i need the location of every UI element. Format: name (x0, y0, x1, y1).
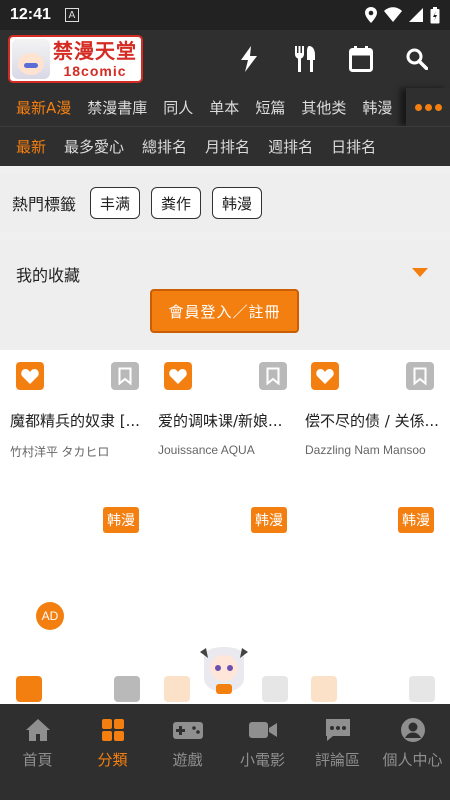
tab-latest-a[interactable]: 最新A漫 (16, 97, 71, 118)
nav-videos-label: 小電影 (239, 751, 285, 769)
bookmark-icon[interactable] (259, 362, 287, 390)
comic-title[interactable]: 爱的调味课/新娘... (158, 410, 294, 431)
gamepad-icon (172, 716, 203, 744)
logo-subtitle: 18comic (63, 62, 127, 79)
heart-icon[interactable] (16, 676, 42, 702)
grid-icon (98, 716, 128, 744)
nav-home[interactable]: 首頁 (0, 704, 75, 800)
tab-library[interactable]: 禁漫書庫 (87, 97, 147, 118)
comic-author: Jouissance AQUA (158, 443, 255, 457)
tag-chip[interactable]: 粪作 (151, 187, 202, 219)
hot-tags-section: 熱門標籤 丰满 粪作 韩漫 (0, 174, 450, 232)
bookmark-icon[interactable] (114, 676, 140, 702)
comic-card-row2[interactable] (2, 676, 150, 704)
tab-other[interactable]: 其他类 (301, 97, 346, 118)
wifi-icon (384, 7, 402, 22)
video-icon (248, 716, 278, 744)
heart-icon[interactable] (311, 362, 339, 390)
location-icon (365, 7, 377, 23)
nav-profile[interactable]: 個人中心 (375, 704, 450, 800)
home-icon (23, 716, 53, 744)
bookmark-icon[interactable] (111, 362, 139, 390)
nav-games[interactable]: 遊戲 (150, 704, 225, 800)
comic-title[interactable]: 偿不尽的债 / 关係... (305, 410, 441, 431)
comic-title[interactable]: 魔都精兵的奴隶 [... (10, 410, 146, 431)
rank-tabs: 最新 最多愛心 總排名 月排名 週排名 日排名 (0, 126, 450, 166)
favorites-section: 我的收藏 會員登入／註冊 (0, 240, 450, 350)
nav-category[interactable]: 分類 (75, 704, 150, 800)
comic-author: 竹村洋平 タカヒロ (10, 445, 110, 459)
tab-doujin[interactable]: 同人 (163, 97, 193, 118)
tag-chip[interactable]: 韩漫 (212, 187, 263, 219)
comic-author: Dazzling Nam Mansoo (305, 443, 426, 457)
status-bar: 12:41 A (0, 0, 450, 30)
category-tabs: 最新A漫 禁漫書庫 同人 单本 短篇 其他类 韩漫 (0, 88, 450, 126)
status-time: 12:41 (10, 6, 51, 23)
user-icon (398, 716, 428, 744)
nav-category-label: 分類 (97, 751, 128, 769)
loading-mascot-image (196, 638, 252, 698)
heart-icon[interactable] (16, 362, 44, 390)
bookmark-icon[interactable] (406, 362, 434, 390)
heart-icon[interactable] (164, 676, 190, 702)
login-register-button[interactable]: 會員登入／註冊 (150, 289, 299, 333)
bottom-navigation: 首頁 分類 遊戲 小電影 評論區 個人中心 (0, 704, 450, 800)
rank-tab-total[interactable]: 總排名 (142, 136, 187, 157)
battery-icon (430, 6, 440, 23)
heart-icon[interactable] (164, 362, 192, 390)
comment-icon (323, 716, 353, 744)
nav-home-label: 首頁 (22, 751, 53, 769)
expand-caret-icon[interactable] (412, 268, 428, 277)
rank-tab-most-liked[interactable]: 最多愛心 (64, 136, 124, 157)
favorites-title: 我的收藏 (16, 266, 81, 285)
fork-knife-icon[interactable] (292, 46, 318, 72)
tab-korean[interactable]: 韩漫 (362, 97, 392, 118)
rank-tab-daily[interactable]: 日排名 (331, 136, 376, 157)
tag-chip[interactable]: 丰满 (90, 187, 141, 219)
tab-short[interactable]: 短篇 (255, 97, 285, 118)
ad-badge[interactable]: AD (36, 602, 64, 630)
app-logo[interactable]: 禁漫天堂 18comic (8, 35, 143, 83)
nav-videos[interactable]: 小電影 (225, 704, 300, 800)
logo-title: 禁漫天堂 (53, 38, 137, 63)
bookmark-icon[interactable] (262, 676, 288, 702)
calendar-icon[interactable] (348, 46, 374, 72)
comic-category-badge: 韩漫 (251, 507, 287, 533)
comic-card-row2[interactable] (297, 676, 445, 704)
nav-comments[interactable]: 評論區 (300, 704, 375, 800)
rank-tab-monthly[interactable]: 月排名 (205, 136, 250, 157)
more-dots-icon (414, 103, 422, 111)
more-categories-button[interactable] (406, 88, 450, 126)
rank-tab-latest[interactable]: 最新 (16, 136, 46, 157)
bookmark-icon[interactable] (409, 676, 435, 702)
hot-tags-title: 熱門標籤 (12, 195, 77, 214)
lightning-icon[interactable] (236, 46, 262, 72)
comic-category-badge: 韩漫 (103, 507, 139, 533)
nav-profile-label: 個人中心 (382, 751, 443, 769)
heart-icon[interactable] (311, 676, 337, 702)
logo-mascot-image (12, 39, 50, 79)
search-icon[interactable] (404, 46, 430, 72)
notification-icon: A (64, 8, 79, 22)
signal-icon (409, 8, 423, 22)
nav-comments-label: 評論區 (314, 751, 360, 769)
comic-category-badge: 韩漫 (398, 507, 434, 533)
rank-tab-weekly[interactable]: 週排名 (268, 136, 313, 157)
app-header: 禁漫天堂 18comic (0, 30, 450, 88)
tab-single[interactable]: 单本 (209, 97, 239, 118)
nav-games-label: 遊戲 (172, 751, 203, 769)
